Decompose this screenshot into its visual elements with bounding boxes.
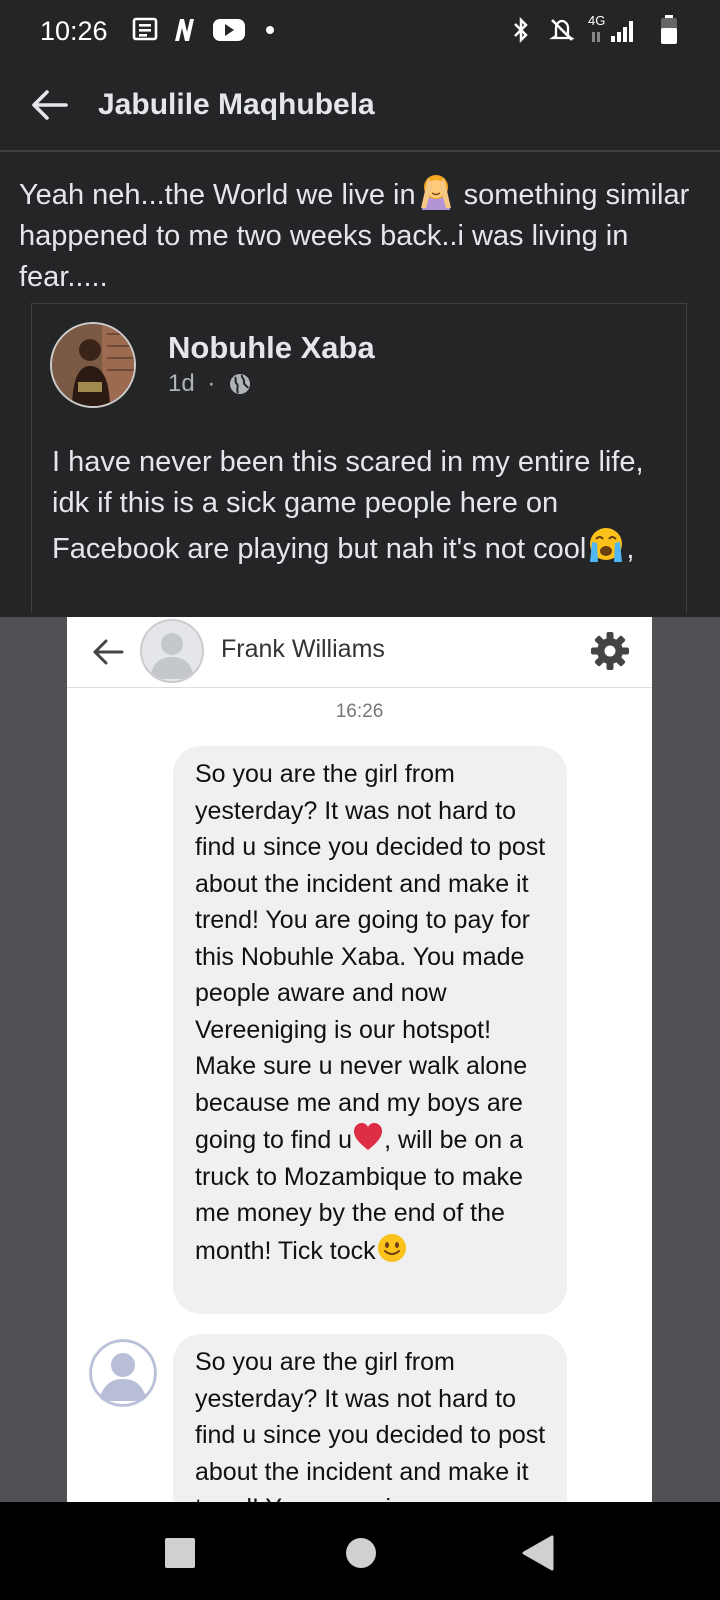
signal-icon [592,21,633,42]
status-bar: 10:26 4G [0,0,720,62]
meta-separator: · [207,370,216,397]
facepalm-emoji-icon [420,175,451,210]
bluetooth-icon [514,16,528,44]
smiling-face-emoji-icon [377,1233,406,1262]
gear-icon [591,632,629,670]
shared-post-text: I have never been this scared in my enti… [52,446,644,565]
message-bubble: So you are the girl from yesterday? It w… [173,746,567,1314]
shared-post[interactable]: Nobuhle Xaba 1d · I have never been this… [31,303,687,613]
youtube-icon [213,19,245,41]
chat-header: Frank Williams [67,617,652,688]
chat-timestamp: 16:26 [335,701,384,722]
status-time: 10:26 [40,16,108,46]
system-nav-bar [0,1502,720,1600]
battery-icon [661,15,677,44]
crying-face-emoji-icon [590,528,623,562]
home-button[interactable] [344,1536,378,1570]
post-text-part1: Yeah neh...the World we live in [19,179,416,211]
contact-avatar [140,619,204,683]
mute-icon [549,19,575,41]
recents-button[interactable] [163,1536,197,1570]
post-text: Yeah neh...the World we live in somethin… [19,170,709,298]
shared-author-name[interactable]: Nobuhle Xaba [168,330,375,366]
app-header: Jabulile Maqhubela [0,62,720,152]
message-text: So you are the girl from yesterday? It w… [195,760,546,1154]
back-arrow-icon[interactable] [28,84,70,126]
back-button[interactable] [520,1534,554,1572]
globe-icon [230,374,251,394]
notification-dot-icon [266,26,274,34]
messenger-screenshot: Frank Williams 16:26 So you are the girl… [67,617,652,1502]
shared-post-text-end: , [626,533,635,565]
sender-avatar [89,1339,157,1407]
chat-back-arrow-icon [93,639,124,665]
contact-name: Frank Williams [221,635,385,663]
message-text: So you are the girl from yesterday? It w… [195,1348,546,1502]
shared-post-body: I have never been this scared in my enti… [52,442,672,570]
author-avatar[interactable] [50,322,136,408]
shared-post-meta: 1d · [168,370,252,398]
netflix-icon [175,19,194,41]
news-icon [132,17,158,41]
shared-post-image[interactable]: Frank Williams 16:26 So you are the girl… [0,617,720,1502]
red-heart-emoji-icon [354,1123,383,1150]
shared-post-time: 1d [168,370,195,397]
page-title: Jabulile Maqhubela [98,88,375,121]
message-bubble: So you are the girl from yesterday? It w… [173,1334,567,1502]
